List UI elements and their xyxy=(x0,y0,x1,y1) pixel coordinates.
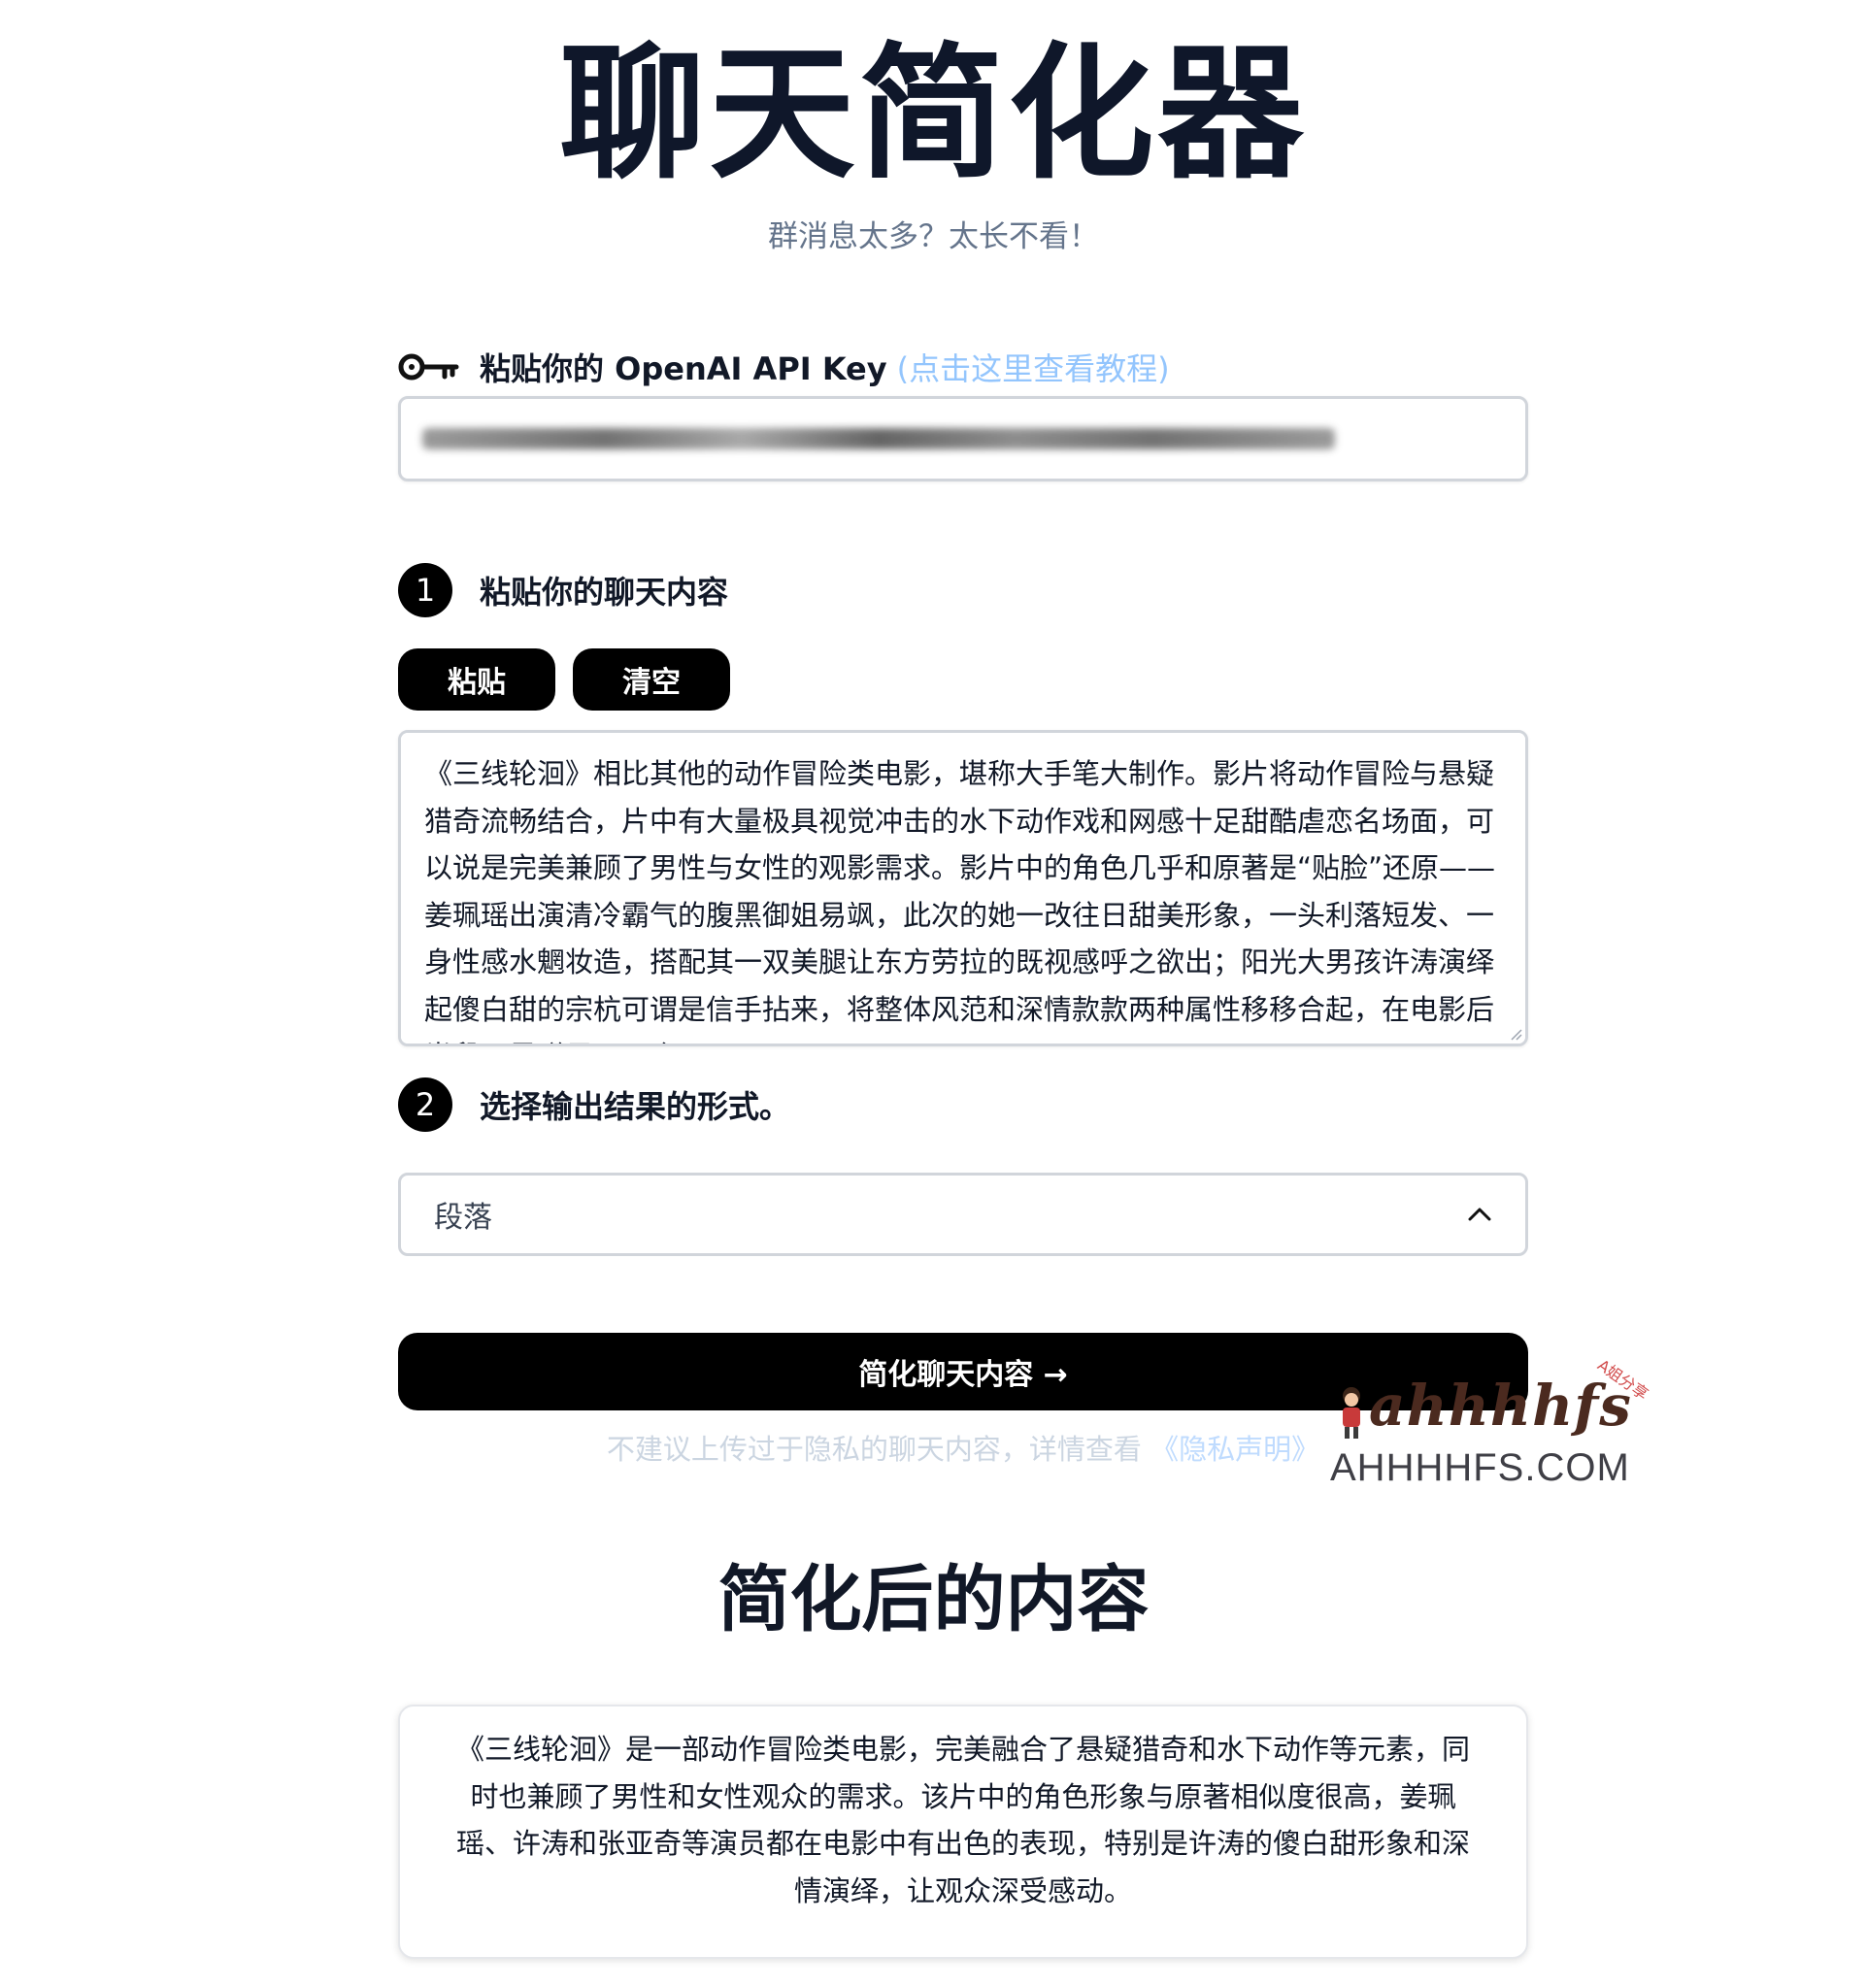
privacy-note-text: 不建议上传过于隐私的聊天内容，详情查看 xyxy=(606,1433,1142,1466)
watermark-script: ahhhhfs xyxy=(1369,1373,1632,1439)
format-select-value: 段落 xyxy=(434,1201,492,1235)
step-2-badge: 2 xyxy=(398,1077,452,1132)
chat-content-wrapper: 《三线轮洄》相比其他的动作冒险类电影，堪称大手笔大制作。影片将动作冒险与悬疑猎奇… xyxy=(398,730,1528,1046)
chat-content-textarea[interactable]: 《三线轮洄》相比其他的动作冒险类电影，堪称大手笔大制作。影片将动作冒险与悬疑猎奇… xyxy=(401,733,1525,1044)
redacted-key-blur xyxy=(422,428,1335,449)
result-text: 《三线轮洄》是一部动作冒险类电影，完美融合了悬疑猎奇和水下动作等元素，同时也兼顾… xyxy=(455,1733,1470,1907)
key-icon xyxy=(398,353,459,381)
api-key-label-row: 粘贴你的 OpenAI API Key (点击这里查看教程) xyxy=(398,340,1528,394)
paste-button[interactable]: 粘贴 xyxy=(398,648,555,711)
result-title: 简化后的内容 xyxy=(717,1558,1150,1641)
chevron-up-icon xyxy=(1468,1208,1491,1221)
site-watermark: ahhhhfs A姐分享 AHHHHFS.COM xyxy=(1330,1356,1660,1493)
resize-handle-icon[interactable] xyxy=(1509,1027,1522,1041)
page-title: 聊天简化器 xyxy=(559,30,1308,199)
api-key-label: 粘贴你的 OpenAI API Key xyxy=(480,350,887,387)
format-select[interactable]: 段落 xyxy=(398,1173,1528,1256)
page-subtitle: 群消息太多？太长不看！ xyxy=(768,219,1099,254)
step-1-badge: 1 xyxy=(398,563,452,617)
step-2-header: 2 选择输出结果的形式。 xyxy=(398,1076,1528,1134)
chat-action-buttons: 粘贴 清空 xyxy=(398,648,1528,712)
step-1-header: 1 粘贴你的聊天内容 xyxy=(398,561,1528,619)
clear-button[interactable]: 清空 xyxy=(573,648,730,711)
step-2-label: 选择输出结果的形式。 xyxy=(480,1088,791,1125)
privacy-policy-link[interactable]: 《隐私声明》 xyxy=(1150,1433,1319,1466)
result-card: 《三线轮洄》是一部动作冒险类电影，完美融合了悬疑猎奇和水下动作等元素，同时也兼顾… xyxy=(398,1705,1528,1959)
watermark-domain: AHHHHFS.COM xyxy=(1330,1446,1630,1489)
step-1-label: 粘贴你的聊天内容 xyxy=(480,574,729,611)
api-key-field-wrapper xyxy=(398,396,1528,481)
mascot-icon xyxy=(1343,1387,1360,1439)
tutorial-link[interactable]: (点击这里查看教程) xyxy=(897,345,1170,389)
